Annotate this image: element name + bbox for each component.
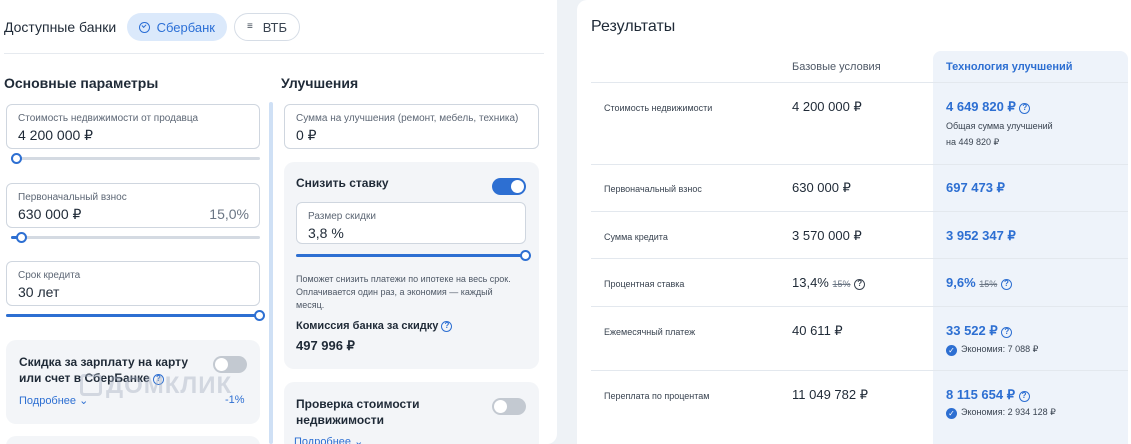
- row-base-down-payment: 630 000 ₽: [792, 180, 851, 195]
- help-icon[interactable]: ?: [1001, 327, 1013, 338]
- results-panel: Результаты Базовые условия Технология ул…: [577, 0, 1131, 444]
- row-label-monthly-payment: Ежемесячный платеж: [604, 327, 696, 337]
- help-icon[interactable]: ?: [441, 321, 453, 332]
- toggle-knob: [215, 358, 228, 371]
- discount-size-field[interactable]: Размер скидки 3,8 %: [296, 202, 526, 244]
- reduce-rate-note: Поможет снизить платежи по ипотеке на ве…: [296, 274, 511, 310]
- check-value-title: Проверка стоимости недвижимости: [296, 397, 420, 427]
- row-base-loan-amount: 3 570 000 ₽: [792, 228, 862, 243]
- row-base-overpayment: 11 049 782 ₽: [792, 387, 868, 402]
- improvements-title: Улучшения: [281, 75, 359, 91]
- help-icon[interactable]: ?: [1018, 391, 1030, 402]
- column-header-tech: Технология улучшений: [946, 61, 1073, 73]
- help-icon[interactable]: ?: [1019, 103, 1031, 114]
- calculator-panel: Доступные банки Сбербанк ≡ ВТБ Основные …: [0, 0, 557, 444]
- row-label-rate: Процентная ставка: [604, 279, 685, 289]
- next-card: [6, 436, 260, 444]
- term-slider-fill: [6, 314, 260, 317]
- improvements-total-value: на 449 820 ₽: [946, 137, 1000, 147]
- bank-chip-sberbank[interactable]: Сбербанк: [127, 13, 227, 41]
- row-base-price: 4 200 000 ₽: [792, 99, 862, 114]
- row-divider: [591, 211, 1128, 212]
- down-payment-field[interactable]: Первоначальный взнос 630 000 ₽ 15,0%: [6, 183, 260, 228]
- row-tech-rate: 9,6% 15% ?: [946, 275, 1012, 290]
- bank-fee-label: Комиссия банка за скидку ?: [296, 320, 453, 332]
- row-base-monthly-payment: 40 611 ₽: [792, 323, 843, 338]
- bank-chip-label: ВТБ: [262, 19, 287, 35]
- results-title: Результаты: [591, 18, 676, 35]
- chevron-down-icon: ⌄: [354, 436, 364, 444]
- improvements-amount-field[interactable]: Сумма на улучшения (ремонт, мебель, техн…: [284, 104, 539, 149]
- check-value-more-link[interactable]: Подробнее ⌄: [294, 435, 363, 444]
- row-label-price: Стоимость недвижимости: [604, 103, 713, 113]
- down-payment-label: Первоначальный взнос: [18, 192, 127, 203]
- improvements-amount-label: Сумма на улучшения (ремонт, мебель, техн…: [296, 113, 519, 124]
- main-params-title: Основные параметры: [4, 75, 159, 91]
- discount-slider-fill: [296, 254, 526, 257]
- divider: [4, 53, 544, 54]
- check-value-card: Проверка стоимости недвижимости Подробне…: [284, 382, 539, 444]
- domclick-logo-icon: [80, 374, 102, 396]
- bank-chip-label: Сбербанк: [156, 19, 215, 35]
- term-value: 30 лет: [18, 284, 60, 300]
- row-base-rate: 13,4% 15% ?: [792, 275, 866, 290]
- price-field[interactable]: Стоимость недвижимости от продавца 4 200…: [6, 104, 260, 149]
- old-rate: 15%: [832, 279, 851, 289]
- price-slider-handle[interactable]: [11, 153, 22, 164]
- discount-size-value: 3,8 %: [308, 225, 344, 241]
- term-field[interactable]: Срок кредита 30 лет: [6, 261, 260, 306]
- term-slider[interactable]: [6, 310, 265, 321]
- row-divider: [591, 370, 1128, 371]
- sberbank-logo-icon: [139, 21, 150, 33]
- improvements-total-label: Общая сумма улучшений: [946, 121, 1053, 131]
- row-label-loan-amount: Сумма кредита: [604, 232, 668, 242]
- check-icon: ✓: [946, 345, 957, 356]
- bank-fee-value: 497 996 ₽: [296, 338, 355, 353]
- price-label: Стоимость недвижимости от продавца: [18, 113, 199, 124]
- row-tech-overpayment: 8 115 654 ₽ ?: [946, 387, 1030, 403]
- row-tech-down-payment: 697 473 ₽: [946, 180, 1005, 195]
- monthly-saving: ✓ Экономия: 7 088 ₽: [946, 344, 1038, 356]
- discount-slider-handle[interactable]: [520, 250, 531, 261]
- help-icon[interactable]: ?: [1000, 279, 1012, 290]
- row-label-down-payment: Первоначальный взнос: [604, 184, 702, 194]
- column-header-base: Базовые условия: [792, 61, 881, 73]
- down-payment-percent: 15,0%: [209, 206, 249, 222]
- help-icon[interactable]: ?: [854, 279, 866, 290]
- down-payment-slider-handle[interactable]: [16, 232, 27, 243]
- down-payment-slider[interactable]: [11, 232, 260, 243]
- old-rate: 15%: [979, 279, 998, 289]
- discount-size-label: Размер скидки: [308, 211, 376, 222]
- toggle-knob: [511, 180, 524, 193]
- down-payment-value: 630 000 ₽: [18, 206, 82, 222]
- bank-chip-vtb[interactable]: ≡ ВТБ: [234, 13, 300, 41]
- term-slider-handle[interactable]: [254, 310, 265, 321]
- row-divider: [591, 164, 1128, 165]
- salary-discount-toggle[interactable]: [213, 356, 247, 373]
- improvements-amount-value: 0 ₽: [296, 127, 317, 143]
- check-value-toggle[interactable]: [492, 398, 526, 415]
- discount-slider[interactable]: [296, 250, 531, 261]
- toggle-knob: [494, 400, 507, 413]
- price-slider[interactable]: [11, 153, 260, 164]
- reduce-rate-toggle[interactable]: [492, 178, 526, 195]
- term-label: Срок кредита: [18, 270, 81, 281]
- vtb-logo-icon: ≡: [247, 21, 253, 32]
- row-divider: [591, 82, 1128, 83]
- row-tech-loan-amount: 3 952 347 ₽: [946, 228, 1016, 243]
- row-label-overpayment: Переплата по процентам: [604, 391, 710, 401]
- salary-more-link[interactable]: Подробнее ⌄: [19, 394, 88, 407]
- improvements-divider: [269, 102, 273, 444]
- row-tech-monthly-payment: 33 522 ₽ ?: [946, 323, 1013, 339]
- reduce-rate-card: Снизить ставку Размер скидки 3,8 % Помож…: [284, 162, 539, 369]
- domclick-watermark: ДОМКЛИК: [80, 372, 232, 400]
- reduce-rate-title: Снизить ставку: [296, 176, 389, 190]
- row-divider: [591, 258, 1128, 259]
- row-divider: [591, 306, 1128, 307]
- row-tech-price: 4 649 820 ₽ ?: [946, 99, 1031, 115]
- price-value: 4 200 000 ₽: [18, 127, 94, 143]
- overpayment-saving: ✓ Экономия: 2 934 128 ₽: [946, 407, 1056, 419]
- banks-label: Доступные банки: [4, 19, 117, 35]
- check-icon: ✓: [946, 408, 957, 419]
